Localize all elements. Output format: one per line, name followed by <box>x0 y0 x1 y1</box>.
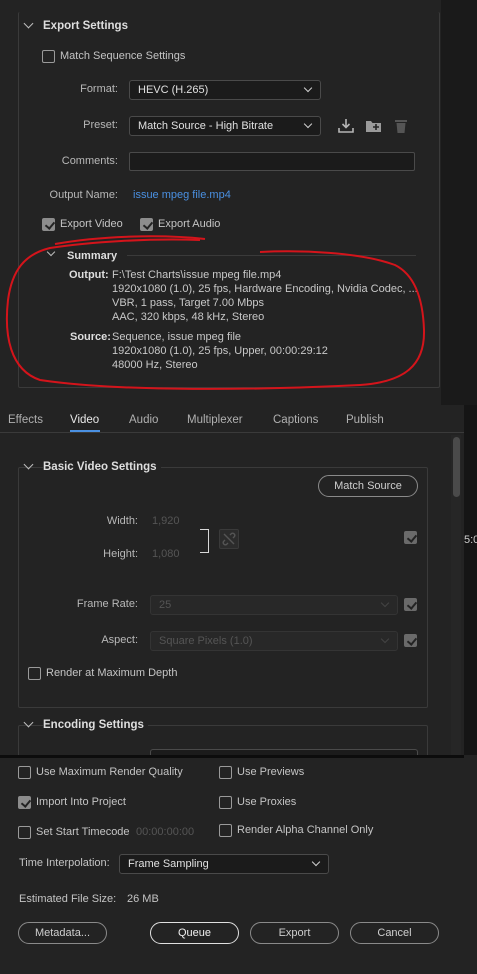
import-into-project-checkbox[interactable] <box>18 796 31 809</box>
tab-multiplexer[interactable]: Multiplexer <box>187 414 243 426</box>
tab-video[interactable]: Video <box>70 414 99 426</box>
delete-preset-icon[interactable] <box>392 117 410 135</box>
preset-label: Preset: <box>83 119 118 131</box>
adjacent-panel-timecode: 5:0 <box>464 534 477 546</box>
tab-publish[interactable]: Publish <box>346 414 384 426</box>
render-max-depth-checkbox[interactable] <box>28 667 41 680</box>
format-dropdown[interactable]: HEVC (H.265) <box>129 80 321 100</box>
start-timecode-value[interactable]: 00:00:00:00 <box>136 826 194 838</box>
link-bracket <box>200 529 209 553</box>
chevron-down-icon <box>380 598 390 608</box>
export-settings-title: Export Settings <box>43 20 128 32</box>
export-button[interactable]: Export <box>250 922 339 944</box>
metadata-button[interactable]: Metadata... <box>18 922 107 944</box>
encoding-title: Encoding Settings <box>43 719 148 731</box>
chevron-down-icon <box>380 634 390 644</box>
match-sequence-label: Match Sequence Settings <box>60 50 186 62</box>
use-previews-checkbox[interactable] <box>219 766 232 779</box>
frame-rate-label: Frame Rate: <box>76 598 138 610</box>
match-sequence-checkbox[interactable] <box>42 50 55 63</box>
export-video-label: Export Video <box>60 218 123 230</box>
import-preset-icon[interactable] <box>337 117 355 135</box>
time-interpolation-value: Frame Sampling <box>128 858 209 870</box>
match-source-button[interactable]: Match Source <box>318 475 418 497</box>
use-proxies-checkbox[interactable] <box>219 796 232 809</box>
match-source-frame-rate-checkbox[interactable] <box>404 598 417 611</box>
aspect-dropdown[interactable]: Square Pixels (1.0) <box>150 631 398 651</box>
comments-input[interactable] <box>129 152 415 171</box>
save-preset-icon[interactable] <box>364 117 384 135</box>
estimated-size-label: Estimated File Size: <box>19 893 117 905</box>
adjacent-panel-strip <box>441 0 477 405</box>
tab-effects[interactable]: Effects <box>8 414 43 426</box>
output-name-label: Output Name: <box>49 189 118 201</box>
chevron-down-icon <box>311 857 321 867</box>
render-max-depth-label: Render at Maximum Depth <box>46 667 178 679</box>
frame-rate-dropdown[interactable]: 25 <box>150 595 398 615</box>
tab-audio[interactable]: Audio <box>129 414 158 426</box>
use-proxies-label: Use Proxies <box>237 796 297 808</box>
estimated-size-value: 26 MB <box>127 893 159 905</box>
output-name-link[interactable]: issue mpeg file.mp4 <box>133 189 231 201</box>
basic-video-title: Basic Video Settings <box>43 461 161 473</box>
tab-captions[interactable]: Captions <box>273 414 318 426</box>
tab-video-underline <box>70 430 100 432</box>
preset-dropdown[interactable]: Match Source - High Bitrate <box>129 116 321 136</box>
time-interpolation-label: Time Interpolation: <box>19 857 110 869</box>
aspect-value: Square Pixels (1.0) <box>159 635 253 647</box>
width-label: Width: <box>106 515 138 527</box>
use-max-render-quality-label: Use Maximum Render Quality <box>36 766 183 778</box>
format-value: HEVC (H.265) <box>138 84 209 96</box>
preset-value: Match Source - High Bitrate <box>138 120 274 132</box>
red-annotation-circle <box>5 235 426 390</box>
adjacent-panel-strip-lower <box>464 405 477 755</box>
comments-label: Comments: <box>61 155 118 167</box>
time-interpolation-dropdown[interactable]: Frame Sampling <box>119 854 329 874</box>
import-into-project-label: Import Into Project <box>36 796 126 808</box>
export-audio-label: Export Audio <box>158 218 221 230</box>
render-alpha-only-label: Render Alpha Channel Only <box>237 824 374 836</box>
chevron-down-icon <box>303 119 313 129</box>
set-start-timecode-checkbox[interactable] <box>18 826 31 839</box>
match-source-dimensions-checkbox[interactable] <box>404 531 417 544</box>
set-start-timecode-label: Set Start Timecode <box>36 826 130 838</box>
match-source-aspect-checkbox[interactable] <box>404 634 417 647</box>
chevron-down-icon <box>303 83 313 93</box>
render-alpha-only-checkbox[interactable] <box>219 824 232 837</box>
width-value[interactable]: 1,920 <box>152 515 180 527</box>
cancel-button[interactable]: Cancel <box>350 922 439 944</box>
queue-button[interactable]: Queue <box>150 922 239 944</box>
use-max-render-quality-checkbox[interactable] <box>18 766 31 779</box>
use-previews-label: Use Previews <box>237 766 305 778</box>
height-value[interactable]: 1,080 <box>152 548 180 560</box>
scrollbar-thumb[interactable] <box>453 437 460 497</box>
aspect-label: Aspect: <box>101 634 138 646</box>
frame-rate-value: 25 <box>159 599 172 611</box>
link-icon[interactable] <box>219 529 239 549</box>
height-label: Height: <box>103 548 138 560</box>
format-label: Format: <box>80 83 118 95</box>
